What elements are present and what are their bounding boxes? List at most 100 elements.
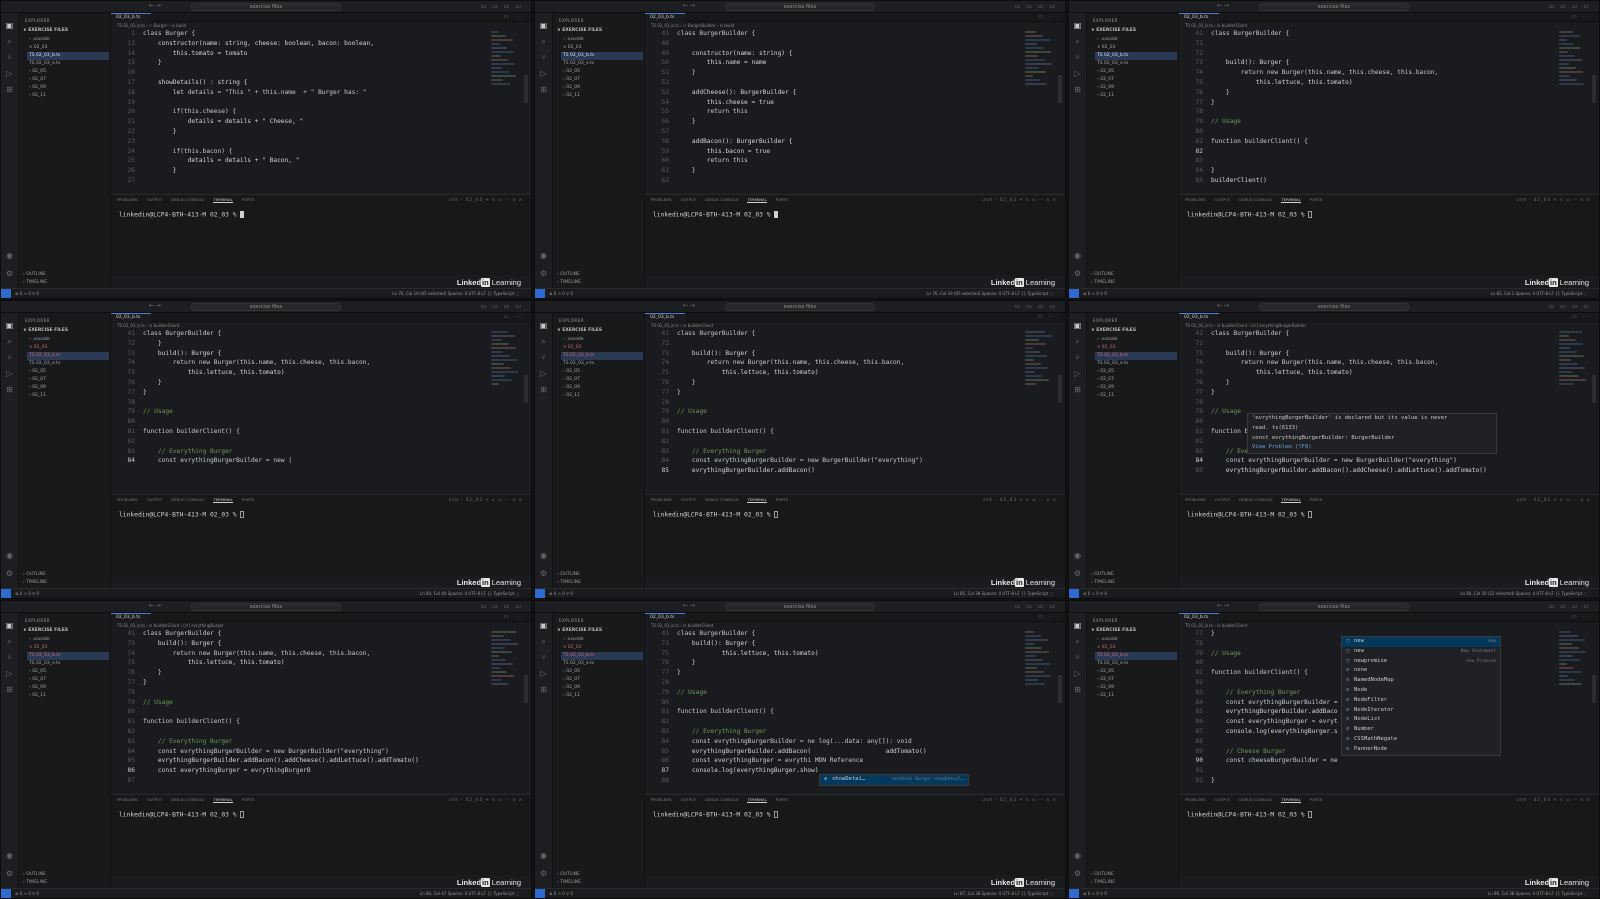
minimap[interactable] [1025, 631, 1055, 701]
panel-tab-debug-console[interactable]: DEBUG CONSOLE [705, 797, 738, 802]
terminal-output[interactable]: linkedin@LCP4-BTH-413-M 02_03 % [1187, 211, 1313, 219]
minimap[interactable] [1025, 31, 1055, 101]
problems-count[interactable]: ⊗ 0 ⚠ 0 ⚲ 0 [1083, 291, 1107, 296]
remote-indicator[interactable] [1, 289, 11, 298]
file-tree-item[interactable]: › 02_09 [561, 384, 643, 392]
suggestion-item[interactable]: ◇ NodeIterator [1342, 706, 1500, 716]
file-tree-item[interactable]: ∨ 02_03 [561, 44, 643, 52]
search-icon[interactable]: ⌕ [1073, 337, 1082, 346]
breadcrumb[interactable]: TS 02_03_b.ts › ⊡ builderClient [1185, 23, 1247, 28]
editor-actions[interactable]: ▭ ··· [504, 314, 525, 320]
search-icon[interactable]: ⌕ [5, 337, 14, 346]
panel-tab-terminal[interactable]: TERMINAL [213, 197, 233, 203]
file-tree-item[interactable]: › .vscode [27, 336, 109, 344]
file-tree-item[interactable]: › 02_11 [1095, 92, 1177, 100]
layout-controls[interactable]: ▭ ▭ ▭ ▭ [1015, 303, 1057, 310]
panel-tab-output[interactable]: OUTPUT [681, 497, 696, 502]
panel-tab-problems[interactable]: PROBLEMS [651, 497, 672, 502]
editor-actions[interactable]: ▭ ··· [504, 614, 525, 620]
file-tree-item[interactable]: TS 02_03_b.ts [1095, 652, 1177, 660]
suggestion-item[interactable]: ◇ Node [1342, 686, 1500, 696]
file-tree-item[interactable]: › 02_07 [561, 76, 643, 84]
panel-tab-problems[interactable]: PROBLEMS [117, 797, 138, 802]
run-debug-icon[interactable]: ▷ [5, 369, 14, 378]
suggestion-item[interactable]: ◇ NodeList [1342, 715, 1500, 725]
file-tree-item[interactable]: › .vscode [1095, 636, 1177, 644]
run-debug-icon[interactable]: ▷ [539, 669, 548, 678]
search-icon[interactable]: ⌕ [5, 37, 14, 46]
panel-tab-ports[interactable]: PORTS [776, 197, 788, 202]
editor-scrollbar[interactable] [1058, 675, 1062, 703]
editor-settings[interactable]: Spaces: 4 UTF-8 LF {} TypeScript ◌ [1516, 591, 1587, 596]
command-center-search[interactable]: exercise files [191, 603, 341, 611]
file-tree-item[interactable]: › 02_11 [561, 92, 643, 100]
file-tree-item[interactable]: › 02_11 [561, 692, 643, 700]
minimap[interactable] [1559, 331, 1589, 401]
command-center-search[interactable]: exercise files [725, 3, 875, 11]
terminal-output[interactable]: linkedin@LCP4-BTH-413-M 02_03 % [1187, 811, 1313, 819]
editor-scrollbar[interactable] [524, 75, 528, 103]
explorer-icon[interactable]: ▣ [5, 321, 14, 330]
timeline-section[interactable]: › TIMELINE [1091, 279, 1115, 287]
code-lines[interactable]: 1 class Burger {13 constructor(name: stri… [111, 29, 481, 194]
panel-tab-output[interactable]: OUTPUT [147, 197, 162, 202]
file-tree-item[interactable]: › 02_09 [27, 84, 109, 92]
gear-icon[interactable]: ⚙ [5, 269, 14, 278]
code-lines[interactable]: 41 class BurgerBuilder {72 73 build(): Bur… [1179, 329, 1549, 494]
code-lines[interactable]: 41 class BurgerBuilder {71 72 73 build(): B… [1179, 29, 1549, 194]
editor-settings[interactable]: Spaces: 4 UTF-8 LF {} TypeScript ◌ [982, 591, 1053, 596]
file-tree-item[interactable]: › 02_11 [561, 392, 643, 400]
extensions-icon[interactable]: ⊞ [539, 385, 548, 394]
search-icon[interactable]: ⌕ [5, 637, 14, 646]
timeline-section[interactable]: › TIMELINE [23, 879, 47, 887]
editor-settings[interactable]: Spaces: 4 UTF-8 LF {} TypeScript ◌ [982, 891, 1053, 896]
run-debug-icon[interactable]: ▷ [539, 69, 548, 78]
panel-tab-problems[interactable]: PROBLEMS [117, 497, 138, 502]
panel-tab-output[interactable]: OUTPUT [1215, 197, 1230, 202]
editor-scrollbar[interactable] [1058, 375, 1062, 403]
editor-scrollbar[interactable] [1592, 375, 1596, 403]
suggestion-item[interactable]: ◇ NodeFilter [1342, 696, 1500, 706]
file-tree-item[interactable]: TS 02_03_e.ts [1095, 60, 1177, 68]
panel-tab-problems[interactable]: PROBLEMS [651, 197, 672, 202]
file-tree-item[interactable]: › 02_07 [561, 676, 643, 684]
panel-tab-terminal[interactable]: TERMINAL [747, 797, 767, 803]
history-nav[interactable]: ← → [149, 602, 161, 609]
file-tree-item[interactable]: › 02_09 [561, 84, 643, 92]
file-tree-item[interactable]: › 02_07 [27, 676, 109, 684]
code-lines[interactable]: 41 class BurgerBuilder {48 49 constructor(… [645, 29, 1015, 194]
gear-icon[interactable]: ⚙ [1073, 269, 1082, 278]
gear-icon[interactable]: ⚙ [5, 869, 14, 878]
gear-icon[interactable]: ⚙ [1073, 869, 1082, 878]
tab-02-03-b[interactable]: 02_03_b.ts [1179, 313, 1219, 322]
file-tree-item[interactable]: › 02_05 [1095, 68, 1177, 76]
file-tree-item[interactable]: › 02_09 [1095, 84, 1177, 92]
remote-indicator[interactable] [1, 889, 11, 898]
file-tree-item[interactable]: › 02_05 [27, 368, 109, 376]
problems-count[interactable]: ⊗ 0 ⚠ 0 ⚲ 0 [549, 591, 573, 596]
run-debug-icon[interactable]: ▷ [1073, 669, 1082, 678]
suggest-widget[interactable]: ▢ new new ▢ new New Statement ▢ newpromise new P… [1341, 636, 1501, 756]
editor-actions[interactable]: ▭ ··· [1038, 314, 1059, 320]
panel-tab-ports[interactable]: PORTS [1310, 797, 1322, 802]
panel-tab-terminal[interactable]: TERMINAL [747, 197, 767, 203]
exercise-files-section[interactable]: ∨ EXERCISE FILES [1091, 328, 1136, 333]
panel-tab-debug-console[interactable]: DEBUG CONSOLE [705, 197, 738, 202]
file-tree-item[interactable]: ∨ 02_03 [1095, 344, 1177, 352]
suggestion-item[interactable]: ◈ showDetai… (method) Burger.showDetail… [820, 775, 968, 785]
tab-02-03-b[interactable]: 02_03_b.ts [111, 313, 151, 322]
file-tree-item[interactable]: TS 02_03_e.ts [27, 60, 109, 68]
history-nav[interactable]: ← → [683, 302, 695, 309]
layout-controls[interactable]: ▭ ▭ ▭ ▭ [1549, 3, 1591, 10]
explorer-icon[interactable]: ▣ [1073, 21, 1082, 30]
panel-tab-problems[interactable]: PROBLEMS [651, 797, 672, 802]
search-icon[interactable]: ⌕ [1073, 37, 1082, 46]
file-tree-item[interactable]: › 02_07 [561, 376, 643, 384]
editor-settings[interactable]: Spaces: 4 UTF-8 LF {} TypeScript ◌ [1516, 291, 1587, 296]
minimap[interactable] [491, 331, 521, 401]
file-tree-item[interactable]: TS 02_03_b.ts [27, 52, 109, 60]
editor-scrollbar[interactable] [524, 675, 528, 703]
problems-count[interactable]: ⊗ 0 ⚠ 0 ⚲ 0 [15, 591, 39, 596]
code-lines[interactable]: 41 class BurgerBuilder {73 build(): Burge… [645, 629, 1015, 794]
panel-tab-terminal[interactable]: TERMINAL [747, 497, 767, 503]
